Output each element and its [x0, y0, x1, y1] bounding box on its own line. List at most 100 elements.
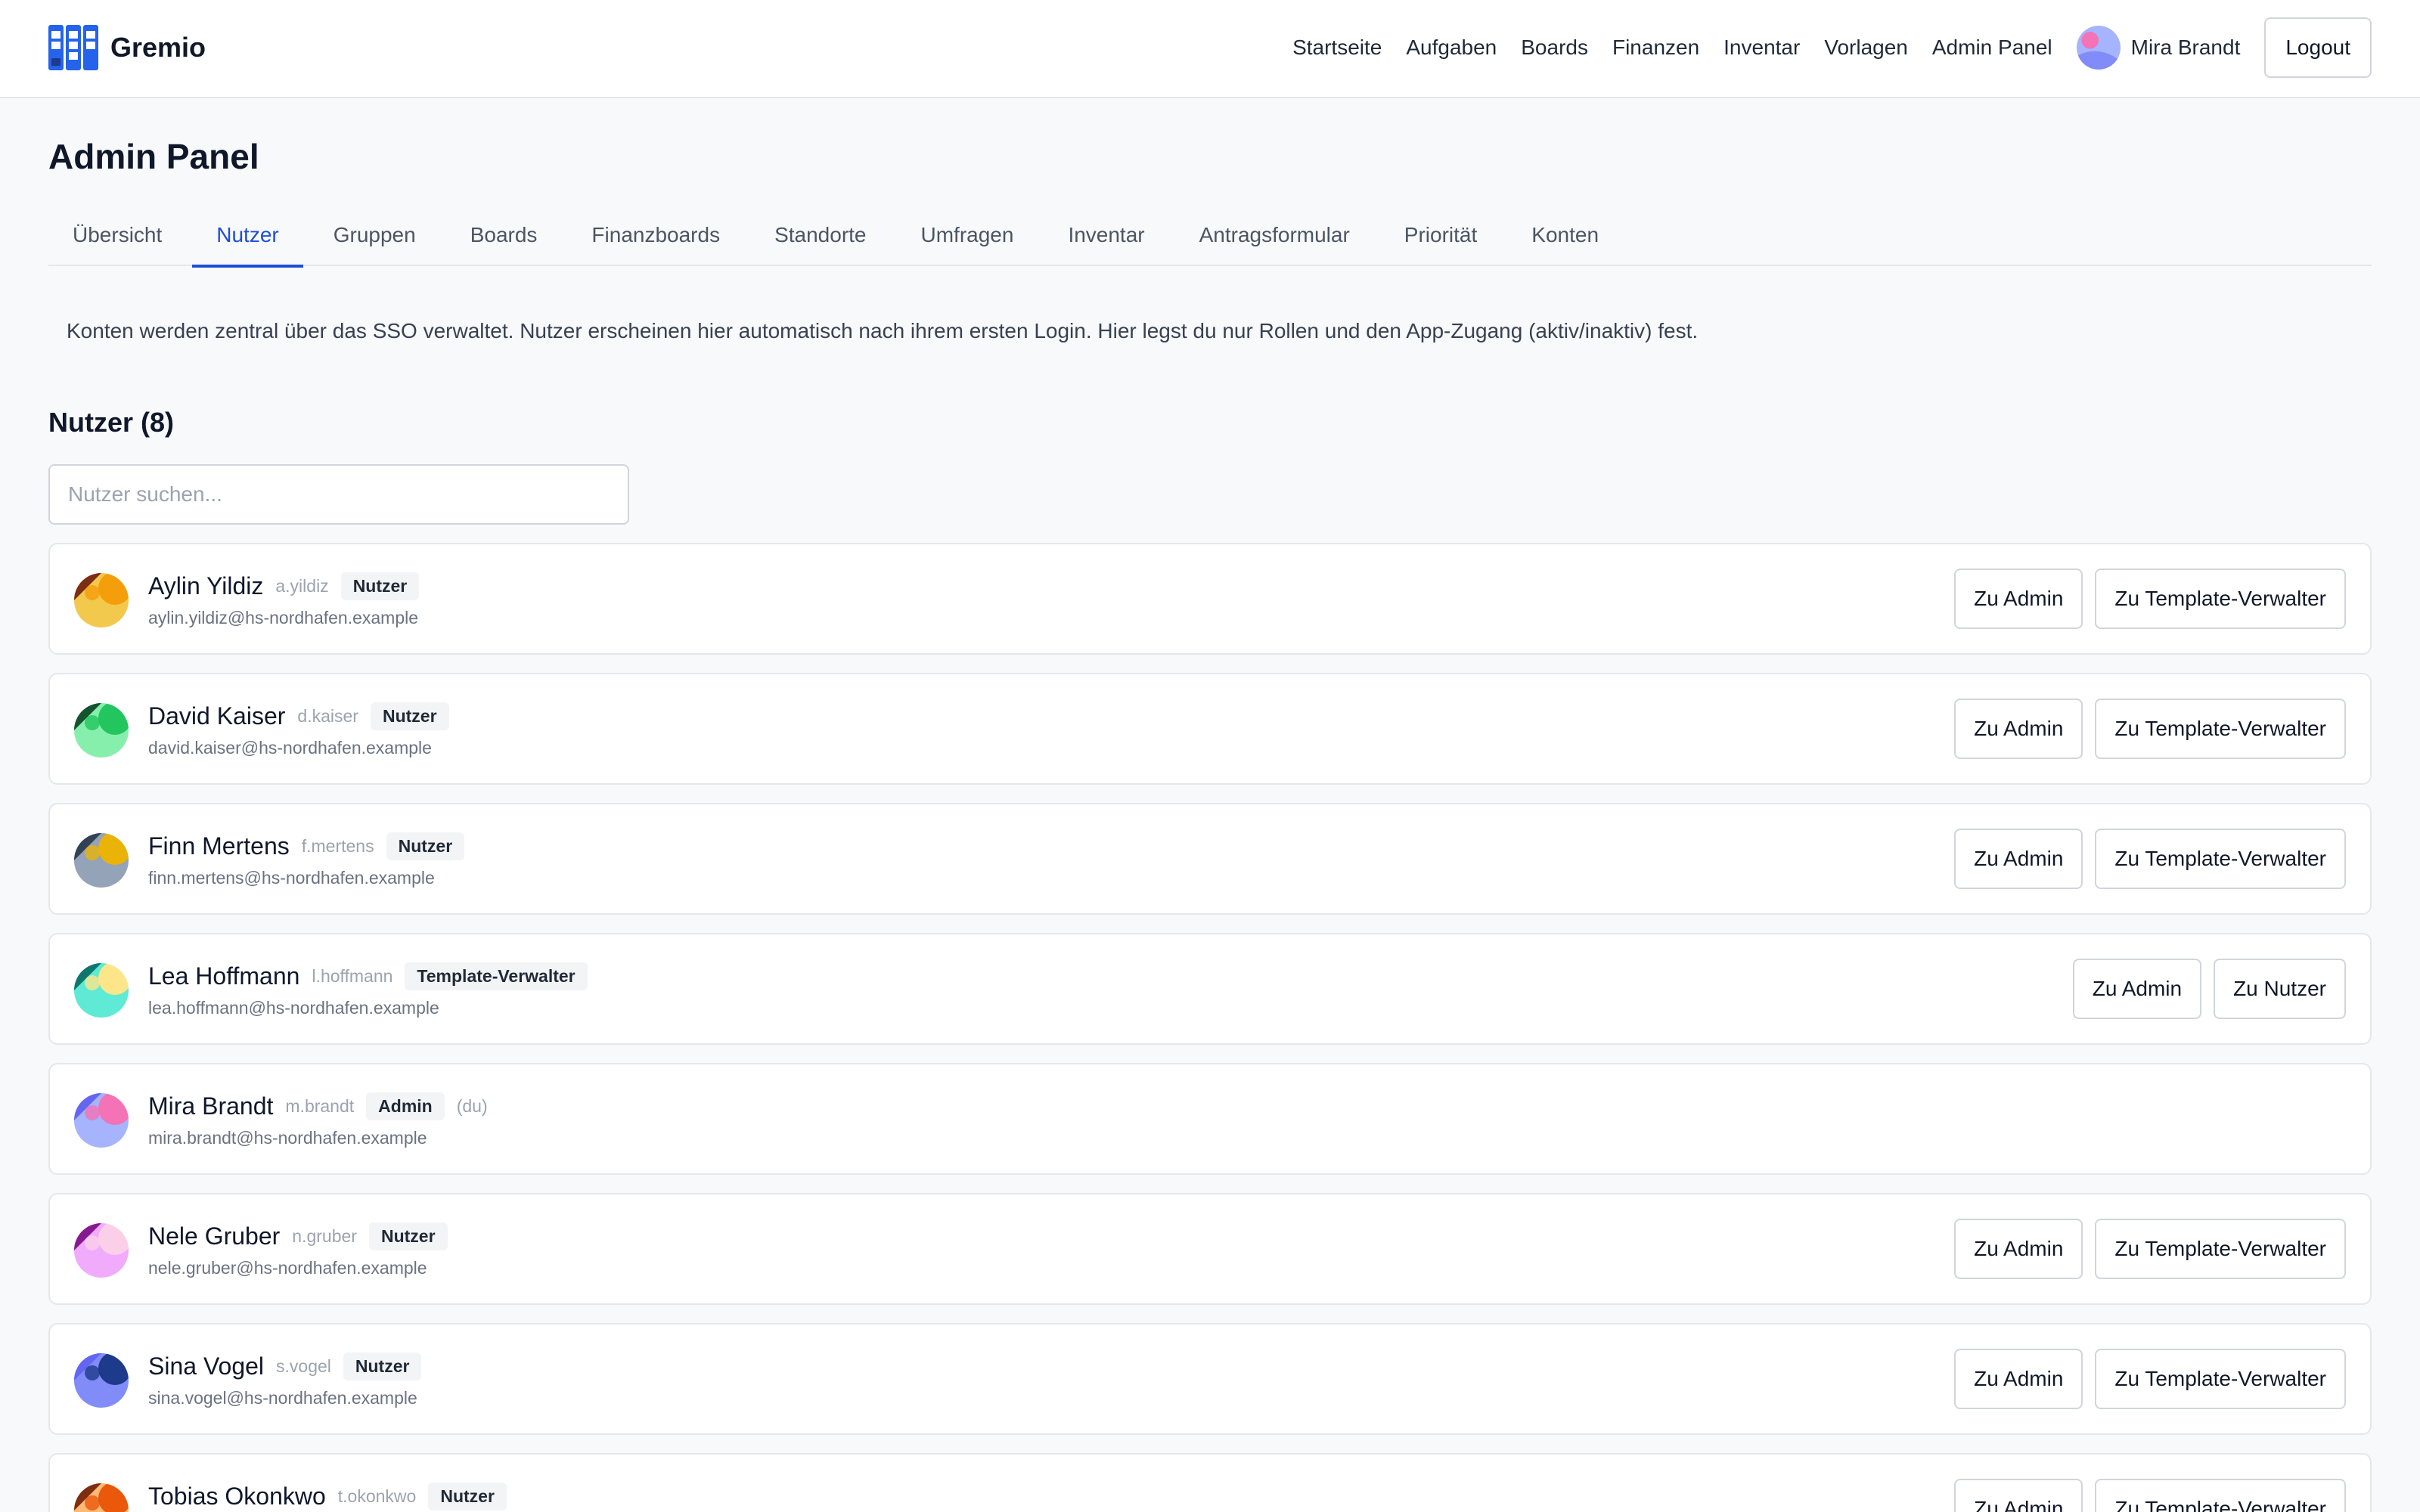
user-heading: Aylin Yildiz a.yildiz Nutzer — [148, 570, 420, 602]
gremio-logo-icon — [48, 25, 98, 70]
user-card: Nele Gruber n.gruber Nutzer nele.gruber@hs-… — [48, 1193, 2372, 1305]
user-handle: d.kaiser — [297, 705, 358, 726]
zu-admin-button[interactable]: Zu Admin — [1954, 1479, 2083, 1512]
current-user-marker: (du) — [456, 1095, 488, 1116]
avatar — [74, 1093, 129, 1148]
user-full-name: David Kaiser — [148, 702, 286, 730]
admin-tabs: Übersicht Nutzer Gruppen Boards Finanzbo… — [48, 204, 2372, 268]
user-email: lea.hoffmann@hs-nordhafen.example — [148, 998, 439, 1018]
user-handle: n.gruber — [292, 1225, 357, 1246]
nav-link-aufgaben[interactable]: Aufgaben — [1406, 36, 1497, 60]
zu-admin-button[interactable]: Zu Admin — [1954, 829, 2083, 889]
user-info: David Kaiser d.kaiser Nutzer david.kaiser@h… — [148, 700, 449, 758]
zu-template-verwalter-button[interactable]: Zu Template-Verwalter — [2095, 829, 2346, 889]
tab-uebersicht[interactable]: Übersicht — [48, 204, 186, 266]
user-card: Aylin Yildiz a.yildiz Nutzer aylin.yildiz@h… — [48, 543, 2372, 655]
user-heading: David Kaiser d.kaiser Nutzer — [148, 700, 449, 732]
avatar — [2076, 26, 2121, 70]
user-full-name: Tobias Okonkwo — [148, 1482, 326, 1510]
zu-nutzer-button[interactable]: Zu Nutzer — [2214, 959, 2346, 1019]
nav-link-startseite[interactable]: Startseite — [1292, 36, 1382, 60]
user-email: sina.vogel@hs-nordhafen.example — [148, 1388, 417, 1408]
zu-template-verwalter-button[interactable]: Zu Template-Verwalter — [2095, 699, 2346, 759]
role-badge: Template-Verwalter — [405, 962, 588, 990]
zu-template-verwalter-button[interactable]: Zu Template-Verwalter — [2095, 1219, 2346, 1279]
user-heading: Mira Brandt m.brandt Admin (du) — [148, 1090, 488, 1122]
zu-admin-button[interactable]: Zu Admin — [1954, 569, 2083, 629]
user-heading: Nele Gruber n.gruber Nutzer — [148, 1220, 448, 1252]
user-email: finn.mertens@hs-nordhafen.example — [148, 868, 435, 888]
nav-link-inventar[interactable]: Inventar — [1723, 36, 1800, 60]
user-handle: f.mertens — [301, 835, 374, 856]
tab-standorte[interactable]: Standorte — [750, 204, 890, 266]
avatar — [74, 833, 129, 888]
user-handle: a.yildiz — [275, 575, 329, 596]
user-full-name: Sina Vogel — [148, 1352, 265, 1380]
zu-template-verwalter-button[interactable]: Zu Template-Verwalter — [2095, 569, 2346, 629]
role-badge: Nutzer — [368, 1222, 448, 1250]
nav-link-boards[interactable]: Boards — [1521, 36, 1588, 60]
user-heading: Sina Vogel s.vogel Nutzer — [148, 1350, 422, 1382]
avatar — [74, 1483, 129, 1512]
page-title: Admin Panel — [48, 137, 259, 176]
zu-admin-button[interactable]: Zu Admin — [1954, 1219, 2083, 1279]
user-heading: Finn Mertens f.mertens Nutzer — [148, 830, 465, 862]
avatar — [74, 573, 129, 627]
user-info: Finn Mertens f.mertens Nutzer finn.mertens@… — [148, 830, 465, 888]
tab-nutzer[interactable]: Nutzer — [192, 204, 304, 268]
user-full-name: Mira Brandt — [148, 1092, 274, 1120]
zu-template-verwalter-button[interactable]: Zu Template-Verwalter — [2095, 1349, 2346, 1409]
avatar — [74, 1223, 129, 1278]
user-email: nele.gruber@hs-nordhafen.example — [148, 1258, 427, 1278]
zu-admin-button[interactable]: Zu Admin — [1954, 699, 2083, 759]
tab-finanzboards[interactable]: Finanzboards — [567, 204, 744, 266]
user-heading: Lea Hoffmann l.hoffmann Template-Verwalter — [148, 960, 588, 992]
user-info: Nele Gruber n.gruber Nutzer nele.gruber@hs-… — [148, 1220, 448, 1278]
tab-konten[interactable]: Konten — [1507, 204, 1623, 266]
user-heading: Tobias Okonkwo t.okonkwo Nutzer — [148, 1480, 507, 1512]
nav-link-finanzen[interactable]: Finanzen — [1612, 36, 1699, 60]
role-badge: Nutzer — [343, 1352, 422, 1380]
user-actions: Zu Admin Zu Template-Verwalter — [1942, 1349, 2346, 1409]
tab-antragsformular[interactable]: Antragsformular — [1175, 204, 1374, 266]
tab-umfragen[interactable]: Umfragen — [897, 204, 1038, 266]
avatar — [74, 1353, 129, 1408]
user-full-name: Aylin Yildiz — [148, 572, 264, 600]
user-menu[interactable]: Mira Brandt — [2076, 26, 2241, 70]
user-email: mira.brandt@hs-nordhafen.example — [148, 1128, 427, 1148]
user-info: Mira Brandt m.brandt Admin (du) mira.brandt@… — [148, 1090, 488, 1148]
brand[interactable]: Gremio — [48, 25, 206, 70]
current-user-name: Mira Brandt — [2130, 36, 2241, 59]
user-handle: m.brandt — [285, 1095, 355, 1116]
main-nav: Startseite Aufgaben Boards Finanzen Inve… — [1292, 17, 2372, 79]
role-badge: Nutzer — [370, 702, 449, 730]
user-full-name: Nele Gruber — [148, 1222, 281, 1250]
user-card: Tobias Okonkwot.okonkwoNutzertobias.okon… — [48, 1453, 2372, 1512]
user-info: Lea Hoffmann l.hoffmann Template-Verwalter… — [148, 960, 588, 1018]
user-actions: Zu Admin Zu Template-Verwalter — [1942, 699, 2346, 759]
zu-admin-button[interactable]: Zu Admin — [1954, 1349, 2083, 1409]
tab-gruppen[interactable]: Gruppen — [309, 204, 440, 266]
tab-prioritaet[interactable]: Priorität — [1380, 204, 1501, 266]
role-badge: Admin — [366, 1092, 445, 1120]
user-full-name: Lea Hoffmann — [148, 962, 300, 990]
user-actions: Zu Admin Zu Template-Verwalter — [1942, 569, 2346, 629]
user-search-input[interactable] — [48, 464, 629, 525]
users-section-title: Nutzer (8) — [48, 407, 175, 438]
zu-admin-button[interactable]: Zu Admin — [2072, 959, 2202, 1019]
user-email: aylin.yildiz@hs-nordhafen.example — [148, 608, 419, 627]
tab-boards[interactable]: Boards — [446, 204, 562, 266]
zu-template-verwalter-button[interactable]: Zu Template-Verwalter — [2095, 1479, 2346, 1512]
nav-link-vorlagen[interactable]: Vorlagen — [1824, 36, 1908, 60]
nav-link-admin-panel[interactable]: Admin Panel — [1932, 36, 2052, 60]
user-card: David Kaiser d.kaiser Nutzer david.kaiser@h… — [48, 673, 2372, 785]
tab-inventar[interactable]: Inventar — [1044, 204, 1168, 266]
role-badge: Nutzer — [428, 1482, 507, 1510]
user-list: Aylin Yildiz a.yildiz Nutzer aylin.yildiz@h… — [48, 543, 2372, 1512]
user-email: david.kaiser@hs-nordhafen.example — [148, 738, 432, 758]
user-actions: Zu Admin Zu Template-Verwalter — [1942, 1219, 2346, 1279]
user-info: Aylin Yildiz a.yildiz Nutzer aylin.yildiz@h… — [148, 570, 420, 628]
avatar — [74, 703, 129, 758]
logout-button[interactable]: Logout — [2264, 17, 2372, 78]
sso-info-text: Konten werden zentral über das SSO verwa… — [67, 319, 1699, 342]
